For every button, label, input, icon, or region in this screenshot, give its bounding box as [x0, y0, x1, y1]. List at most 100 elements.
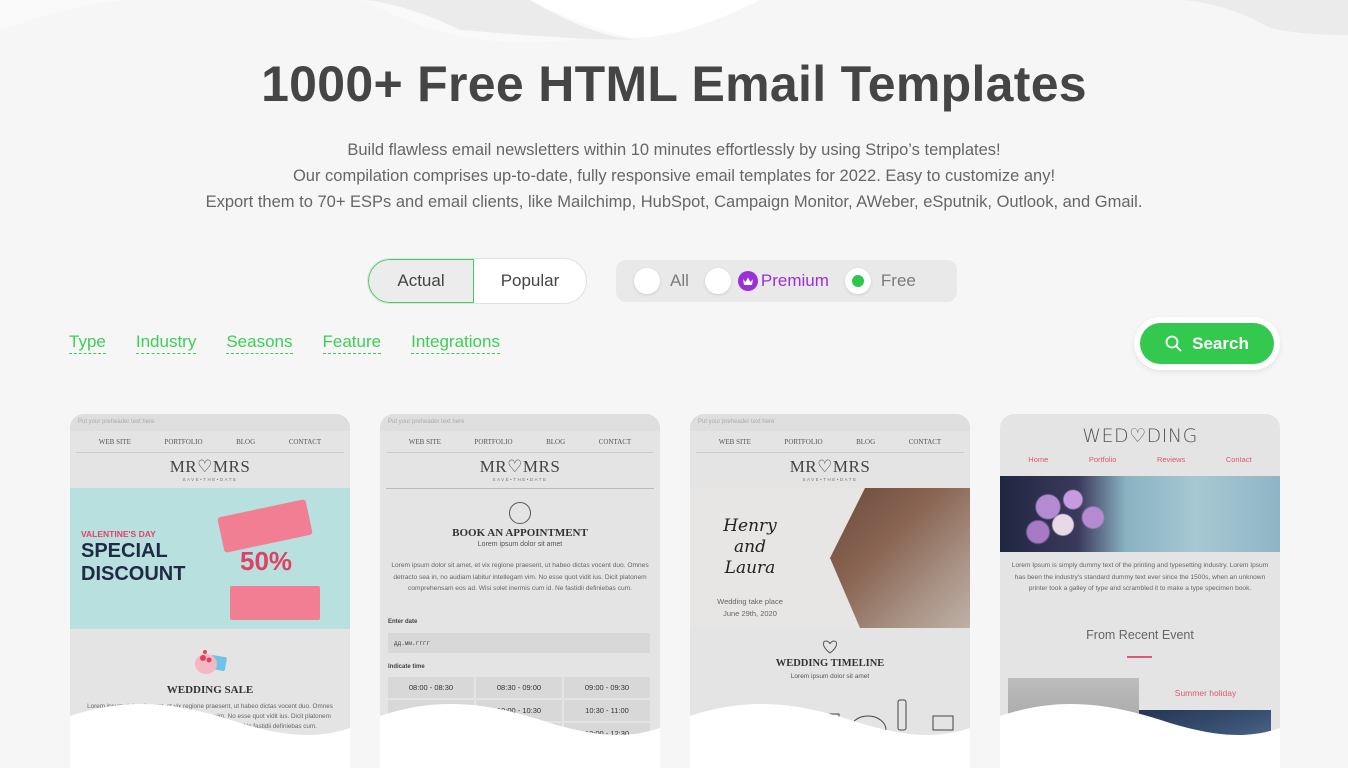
- filter-industry[interactable]: Industry: [135, 332, 197, 354]
- email-preheader: Put your preheader text here: [70, 414, 350, 431]
- gift-lid-graphic: [217, 499, 313, 553]
- email-nav: WEB SITE PORTFOLIO BLOG CONTACT: [696, 431, 964, 453]
- email-nav-item: BLOG: [546, 438, 566, 446]
- time-slot: 08:30 - 09:00: [476, 677, 562, 698]
- email-logo: WED♡DING: [1082, 425, 1198, 447]
- crown-icon: [737, 271, 758, 291]
- name-line: Laura: [724, 558, 776, 578]
- search-button-label: Search: [1192, 333, 1249, 353]
- time-slot: 08:00 - 08:30: [388, 677, 474, 698]
- card-wave-overlay: [380, 704, 660, 768]
- event-line: Wedding take place: [717, 597, 783, 606]
- email-logo: MR♡MRS: [169, 457, 251, 476]
- couple-photo: [830, 488, 970, 628]
- valentine-banner: VALENTINE'S DAY SPECIAL DISCOUNT 50%: [70, 488, 350, 629]
- email-nav-item: Reviews: [1156, 455, 1186, 464]
- banner-offer: 50%: [240, 546, 293, 576]
- radio-all[interactable]: [634, 268, 660, 294]
- plan-label-all[interactable]: All: [670, 271, 689, 291]
- wedding-hero: Henry and Laura Wedding take place June …: [690, 488, 970, 628]
- section-title: From Recent Event: [1086, 628, 1194, 642]
- card-wave-overlay: [1000, 704, 1280, 768]
- card-wave-overlay: [690, 704, 970, 768]
- plan-label-free[interactable]: Free: [881, 271, 916, 291]
- title-underline: [1127, 656, 1152, 658]
- email-logo: MR♡MRS: [479, 457, 561, 476]
- event-label: Summer holiday: [1174, 688, 1237, 698]
- wedding-cake-icon: [195, 650, 227, 674]
- heart-icon: [822, 640, 838, 654]
- email-nav-item: BLOG: [856, 438, 876, 446]
- email-nav-item: WEB SITE: [718, 438, 751, 446]
- date-label: Enter date: [388, 619, 418, 625]
- time-label: Indicate time: [388, 664, 425, 670]
- filter-seasons[interactable]: Seasons: [226, 332, 293, 354]
- category-filters: Type Industry Seasons Feature Integratio…: [69, 332, 530, 354]
- radio-free[interactable]: [844, 268, 871, 294]
- plan-filter: All Premium Free: [616, 260, 957, 302]
- sort-option-actual[interactable]: Actual: [368, 259, 474, 303]
- divider: [386, 488, 654, 489]
- banner-title: SPECIAL DISCOUNT: [81, 540, 186, 585]
- sort-toggle: Actual Popular: [367, 258, 587, 304]
- subtitle-line: Build flawless email newsletters within …: [347, 141, 1001, 159]
- event-date: June 29th, 2020: [723, 609, 777, 618]
- gift-box-graphic: [230, 586, 320, 620]
- radio-premium[interactable]: [704, 268, 731, 294]
- email-nav: WEB SITE PORTFOLIO BLOG CONTACT: [76, 431, 344, 453]
- template-card[interactable]: Put your preheader text here WEB SITE PO…: [690, 414, 970, 768]
- email-preheader: Put your preheader text here: [690, 414, 970, 431]
- subtitle-line: Export them to 70+ ESPs and email client…: [205, 193, 1143, 211]
- email-logo-tagline: SAVE•THE•DATE: [182, 477, 238, 482]
- filter-feature[interactable]: Feature: [322, 332, 382, 354]
- email-logo-tagline: SAVE•THE•DATE: [802, 477, 858, 482]
- date-input: дд.мм.гггг: [388, 633, 650, 653]
- search-button-wrapper: Search: [1134, 317, 1280, 370]
- banner-kicker: VALENTINE'S DAY: [81, 529, 156, 539]
- email-preheader: Put your preheader text here: [380, 414, 660, 431]
- search-icon: [1165, 335, 1182, 352]
- couple-names: Henry and Laura: [710, 516, 790, 579]
- email-nav: Home Portfolio Reviews Contact: [1000, 455, 1280, 464]
- card-wave-overlay: [70, 704, 350, 768]
- email-nav-item: PORTFOLIO: [474, 438, 513, 446]
- email-nav: WEB SITE PORTFOLIO BLOG CONTACT: [386, 431, 654, 453]
- email-nav-item: BLOG: [236, 438, 256, 446]
- email-nav-item: Home: [1028, 455, 1049, 464]
- template-card[interactable]: Put your preheader text here WEB SITE PO…: [380, 414, 660, 768]
- time-slot: 09:00 - 09:30: [564, 677, 650, 698]
- filter-type[interactable]: Type: [69, 332, 106, 354]
- email-nav-item: WEB SITE: [408, 438, 441, 446]
- plan-label-premium[interactable]: Premium: [761, 271, 829, 291]
- clock-icon: [509, 502, 531, 524]
- event-details: Wedding take place June 29th, 2020: [702, 596, 798, 620]
- email-nav-item: CONTACT: [288, 438, 322, 446]
- section-title: WEDDING TIMELINE: [775, 658, 885, 669]
- section-subtitle: Lorem ipsum dolor sit amet: [790, 673, 870, 680]
- email-logo: MR♡MRS: [789, 457, 871, 476]
- filter-integrations[interactable]: Integrations: [411, 332, 500, 354]
- subtitle-line: Our compilation comprises up-to-date, fu…: [292, 167, 1056, 185]
- radio-selected-dot: [851, 275, 864, 287]
- email-nav-item: WEB SITE: [98, 438, 131, 446]
- email-nav-item: CONTACT: [598, 438, 632, 446]
- email-nav-item: CONTACT: [908, 438, 942, 446]
- email-body-text: Lorem ipsum dolor sit amet, et vix regio…: [391, 562, 649, 592]
- email-nav-item: Portfolio: [1088, 455, 1117, 464]
- section-title: BOOK AN APPOINTMENT: [452, 527, 588, 539]
- page-subtitle: Build flawless email newsletters within …: [0, 137, 1348, 215]
- template-card[interactable]: Put your preheader text here WEB SITE PO…: [70, 414, 350, 768]
- sort-option-popular[interactable]: Popular: [474, 259, 586, 303]
- email-nav-item: PORTFOLIO: [164, 438, 203, 446]
- bouquet-hero-image: [1000, 476, 1280, 552]
- email-body-text: Lorem Ipsum is simply dummy text of the …: [1011, 562, 1269, 592]
- email-nav-item: PORTFOLIO: [784, 438, 823, 446]
- name-line: and: [734, 537, 766, 557]
- page-title: 1000+ Free HTML Email Templates: [261, 56, 1087, 112]
- section-title: WEDDING SALE: [166, 684, 254, 696]
- search-button[interactable]: Search: [1140, 323, 1274, 364]
- name-line: Henry: [723, 516, 777, 536]
- template-card[interactable]: WED♡DING Home Portfolio Reviews Contact …: [1000, 414, 1280, 768]
- email-nav-item: Contact: [1225, 455, 1252, 464]
- section-subtitle: Lorem ipsum dolor sit amet: [477, 541, 563, 548]
